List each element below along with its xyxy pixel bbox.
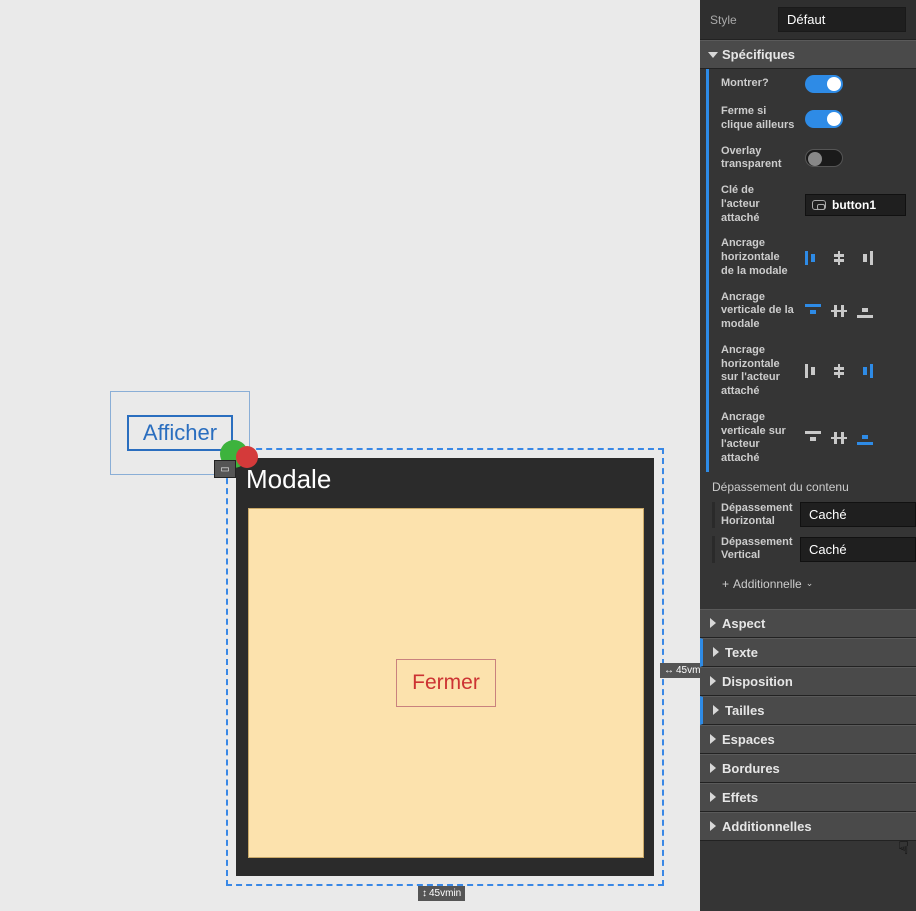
prop-anc-v-acteur: Ancrage verticale sur l'acteur attaché — [706, 405, 916, 472]
fermer-label: Fermer — [412, 671, 480, 695]
anc-v-acteur-label: Ancrage verticale sur l'acteur attaché — [721, 411, 795, 466]
cle-label: Clé de l'acteur attaché — [721, 184, 795, 225]
section-bordures-label: Bordures — [722, 761, 780, 776]
prop-anc-h-modale: Ancrage horizontale de la modale — [706, 231, 916, 284]
anchor-right-button[interactable] — [857, 251, 873, 265]
anchor-bottom-button[interactable] — [857, 304, 873, 318]
section-additionnelles-label: Additionnelles — [722, 819, 812, 834]
chevron-right-icon — [713, 705, 719, 715]
anc-v-modale-group — [805, 304, 873, 318]
plus-icon: + — [722, 577, 729, 591]
fermer-button[interactable]: Fermer — [396, 659, 496, 707]
additionnelle-label: Additionnelle — [733, 577, 802, 591]
anchor-left-button[interactable] — [805, 364, 821, 378]
section-additionnelles-header[interactable]: Additionnelles — [700, 812, 916, 841]
anchor-top-button[interactable] — [805, 431, 821, 445]
inspector-panel: Style Défaut Spécifiques Montrer? Ferme … — [700, 0, 916, 911]
section-aspect-header[interactable]: Aspect — [700, 609, 916, 638]
actor-chip-icon[interactable]: ▭ — [214, 460, 236, 478]
afficher-label: Afficher — [143, 420, 217, 446]
style-label: Style — [710, 13, 770, 27]
anc-v-modale-label: Ancrage verticale de la modale — [721, 291, 795, 332]
link-icon — [812, 200, 826, 210]
overflow-v-row: Dépassement Vertical Caché — [700, 532, 916, 566]
section-effets-label: Effets — [722, 790, 758, 805]
overlay-label: Overlay transparent — [721, 145, 795, 173]
style-select[interactable]: Défaut — [778, 7, 906, 32]
overflow-h-label: Dépassement Horizontal — [712, 502, 792, 528]
size-v-value: 45vmin — [429, 888, 461, 899]
section-espaces-header[interactable]: Espaces — [700, 725, 916, 754]
chevron-right-icon — [710, 676, 716, 686]
section-texte-label: Texte — [725, 645, 758, 660]
section-effets-header[interactable]: Effets — [700, 783, 916, 812]
ferme-label: Ferme si clique ailleurs — [721, 105, 795, 133]
section-tailles-label: Tailles — [725, 703, 765, 718]
overflow-v-select[interactable]: Caché — [800, 537, 916, 562]
anchor-hcenter-button[interactable] — [831, 364, 847, 378]
size-badge-vertical: ↕ 45vmin — [418, 886, 465, 901]
prop-montrer: Montrer? — [706, 69, 916, 99]
cle-input[interactable]: button1 — [805, 194, 906, 216]
prop-anc-h-acteur: Ancrage horizontale sur l'acteur attaché — [706, 338, 916, 405]
anchor-bottom-button[interactable] — [857, 431, 873, 445]
overlay-toggle[interactable] — [805, 149, 843, 167]
chevron-right-icon — [710, 763, 716, 773]
anc-v-acteur-group — [805, 431, 873, 445]
anc-h-acteur-group — [805, 364, 873, 378]
anc-h-acteur-label: Ancrage horizontale sur l'acteur attaché — [721, 344, 795, 399]
section-bordures-header[interactable]: Bordures — [700, 754, 916, 783]
section-aspect-label: Aspect — [722, 616, 765, 631]
overflow-v-label: Dépassement Vertical — [712, 536, 792, 562]
arrows-h-icon: ↔ — [664, 665, 674, 676]
anchor-left-button[interactable] — [805, 251, 821, 265]
section-disposition-label: Disposition — [722, 674, 793, 689]
prop-anc-v-modale: Ancrage verticale de la modale — [706, 285, 916, 338]
design-canvas[interactable]: Afficher Modale Fermer ▭ ↔ 45vmin ↕ 45vm… — [0, 0, 700, 911]
overflow-v-value: Caché — [809, 542, 847, 557]
arrows-v-icon: ↕ — [422, 888, 427, 899]
cle-value: button1 — [832, 198, 876, 212]
section-espaces-label: Espaces — [722, 732, 775, 747]
anc-h-modale-group — [805, 251, 873, 265]
overflow-h-value: Caché — [809, 507, 847, 522]
section-specifiques-header[interactable]: Spécifiques — [700, 40, 916, 69]
style-value: Défaut — [787, 12, 825, 27]
montrer-label: Montrer? — [721, 77, 795, 91]
chevron-down-icon — [708, 52, 718, 58]
chevron-right-icon — [710, 618, 716, 628]
chevron-right-icon — [710, 734, 716, 744]
section-tailles-header[interactable]: Tailles — [700, 696, 916, 725]
prop-ferme: Ferme si clique ailleurs — [706, 99, 916, 139]
overflow-heading: Dépassement du contenu — [700, 472, 916, 498]
overflow-h-select[interactable]: Caché — [800, 502, 916, 527]
prop-cle-acteur: Clé de l'acteur attaché button1 — [706, 178, 916, 231]
handle-red-icon[interactable] — [236, 446, 258, 468]
modal-title: Modale — [236, 458, 654, 503]
anchor-vcenter-button[interactable] — [831, 431, 847, 445]
anchor-right-button[interactable] — [857, 364, 873, 378]
overflow-h-row: Dépassement Horizontal Caché — [700, 498, 916, 532]
anchor-vcenter-button[interactable] — [831, 304, 847, 318]
chevron-right-icon — [710, 792, 716, 802]
style-row: Style Défaut — [700, 0, 916, 40]
anchor-top-button[interactable] — [805, 304, 821, 318]
additionnelle-button[interactable]: + Additionnelle ⌄ — [700, 567, 916, 609]
chevron-right-icon — [710, 821, 716, 831]
chevron-down-icon: ⌄ — [806, 578, 814, 589]
prop-overlay: Overlay transparent — [706, 139, 916, 179]
montrer-toggle[interactable] — [805, 75, 843, 93]
section-disposition-header[interactable]: Disposition — [700, 667, 916, 696]
chevron-right-icon — [713, 647, 719, 657]
section-specifiques-label: Spécifiques — [722, 47, 795, 62]
ferme-toggle[interactable] — [805, 110, 843, 128]
anchor-hcenter-button[interactable] — [831, 251, 847, 265]
section-texte-header[interactable]: Texte — [700, 638, 916, 667]
anc-h-modale-label: Ancrage horizontale de la modale — [721, 237, 795, 278]
modal-body[interactable]: Fermer — [248, 508, 644, 858]
link-handles[interactable]: ▭ — [214, 440, 256, 482]
